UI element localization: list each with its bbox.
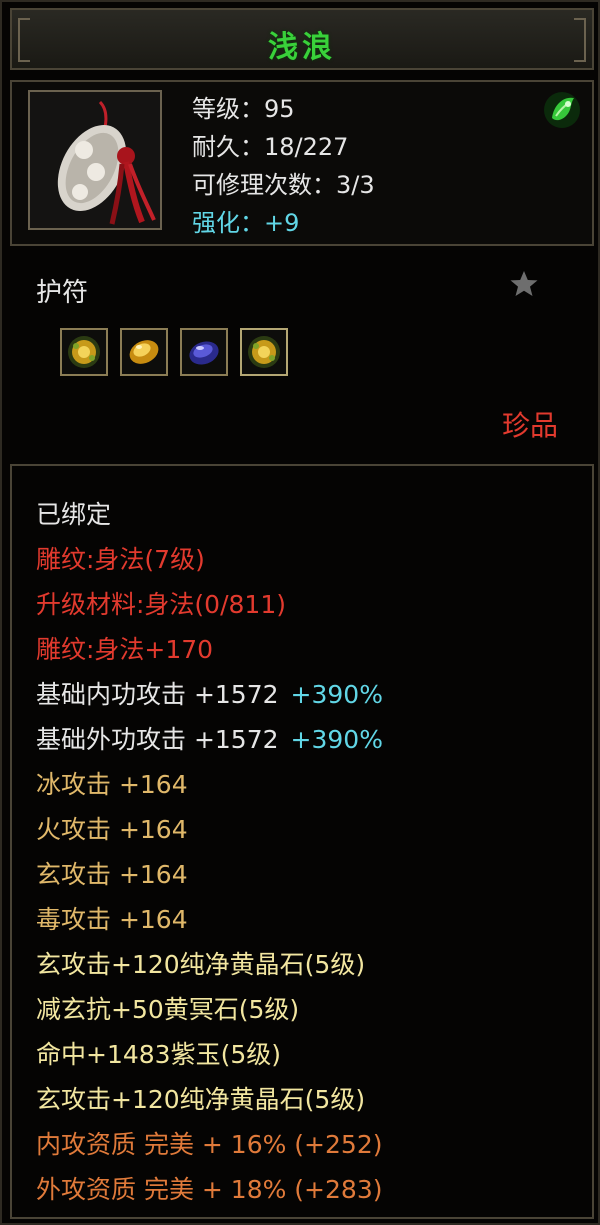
attribute-text: 已绑定 <box>36 500 112 529</box>
item-info-panel: 等级：95 耐久：18/227 可修理次数：3/3 强化：+9 <box>10 80 594 246</box>
attribute-text: 雕纹:身法(7级) <box>36 545 205 574</box>
purple-jade-gem-icon <box>189 341 219 365</box>
repair-count-text: 可修理次数：3/3 <box>192 171 375 199</box>
amulet-icon <box>30 92 160 228</box>
attributes-panel: 已绑定雕纹:身法(7级) 升级材料:身法(0/811) 雕纹:身法+170 基础内功攻… <box>10 464 594 1219</box>
attribute-text: 命中+1483紫玉(5级) <box>36 1040 281 1069</box>
enhance-text: 强化：+9 <box>192 209 300 237</box>
attribute-line: 升级材料:身法(0/811) <box>36 582 383 627</box>
attribute-text: 基础内功攻击 +1572 <box>36 680 279 709</box>
attribute-text: 冰攻击 +164 <box>36 770 188 799</box>
attribute-line: 外攻资质 完美 + 18% (+283) <box>36 1167 383 1212</box>
type-section: 护符 珍品 <box>10 256 594 456</box>
attribute-text: 雕纹:身法+170 <box>36 635 214 664</box>
attribute-text: 外攻资质 完美 + 18% (+283) <box>36 1175 383 1204</box>
rarity-label: 珍品 <box>501 409 558 442</box>
attribute-line: 基础外功攻击 +1572 +390% <box>36 717 383 762</box>
attribute-line: 玄攻击+120纯净黄晶石(5级) <box>36 1077 383 1122</box>
attribute-text: 玄攻击 +164 <box>36 860 188 889</box>
attribute-line: 玄攻击 +164 <box>36 852 383 897</box>
star-icon[interactable] <box>508 268 540 300</box>
attribute-text: 升级材料:身法(0/811) <box>36 590 286 619</box>
attribute-text: 减玄抗+50黄冥石(5级) <box>36 995 300 1024</box>
green-jade-badge-icon <box>544 92 580 128</box>
attribute-text: 内攻资质 完美 + 16% (+252) <box>36 1130 383 1159</box>
durability-text: 耐久：18/227 <box>192 133 349 161</box>
attribute-list: 已绑定雕纹:身法(7级) 升级材料:身法(0/811) 雕纹:身法+170 基础内功攻… <box>36 492 383 1212</box>
attribute-line: 基础内功攻击 +1572 +390% <box>36 672 383 717</box>
attribute-percent: +390% <box>290 680 383 709</box>
attribute-line: 玄攻击+120纯净黄晶石(5级) <box>36 942 383 987</box>
attribute-text: 毒攻击 +164 <box>36 905 188 934</box>
attribute-line: 雕纹:身法+170 <box>36 627 383 672</box>
gem-slot[interactable] <box>120 328 168 376</box>
attribute-text: 火攻击 +164 <box>36 815 188 844</box>
gem-slot[interactable] <box>240 328 288 376</box>
attribute-text: 玄攻击+120纯净黄晶石(5级) <box>36 950 366 979</box>
gem-slots <box>60 328 288 376</box>
attribute-line: 命中+1483紫玉(5级) <box>36 1032 383 1077</box>
item-name: 浅浪 <box>268 30 336 65</box>
level-text: 等级：95 <box>192 95 295 123</box>
attribute-text: 玄攻击+120纯净黄晶石(5级) <box>36 1085 366 1114</box>
item-type: 护符 <box>36 278 89 308</box>
attribute-line: 内攻资质 完美 + 16% (+252) <box>36 1122 383 1167</box>
item-stats: 等级：95 耐久：18/227 可修理次数：3/3 强化：+9 <box>192 90 375 242</box>
amber-flower-gem-icon <box>68 336 100 368</box>
attribute-line: 减玄抗+50黄冥石(5级) <box>36 987 383 1032</box>
title-bar: 浅浪 <box>10 8 594 70</box>
gold-crystal-gem-icon <box>129 340 159 364</box>
amber-flower-gem-icon <box>248 336 280 368</box>
attribute-line: 雕纹:身法(7级) <box>36 537 383 582</box>
attribute-line: 毒攻击 +164 <box>36 897 383 942</box>
attribute-line: 已绑定 <box>36 492 383 537</box>
gem-slot[interactable] <box>60 328 108 376</box>
attribute-line: 冰攻击 +164 <box>36 762 383 807</box>
attribute-line: 火攻击 +164 <box>36 807 383 852</box>
item-icon[interactable] <box>28 90 162 230</box>
attribute-text: 基础外功攻击 +1572 <box>36 725 279 754</box>
attribute-percent: +390% <box>290 725 383 754</box>
item-tooltip: 浅浪 等级：95 耐久：18/227 可修理次数：3/3 强化：+9 护符 珍品… <box>0 0 600 1225</box>
gem-slot[interactable] <box>180 328 228 376</box>
